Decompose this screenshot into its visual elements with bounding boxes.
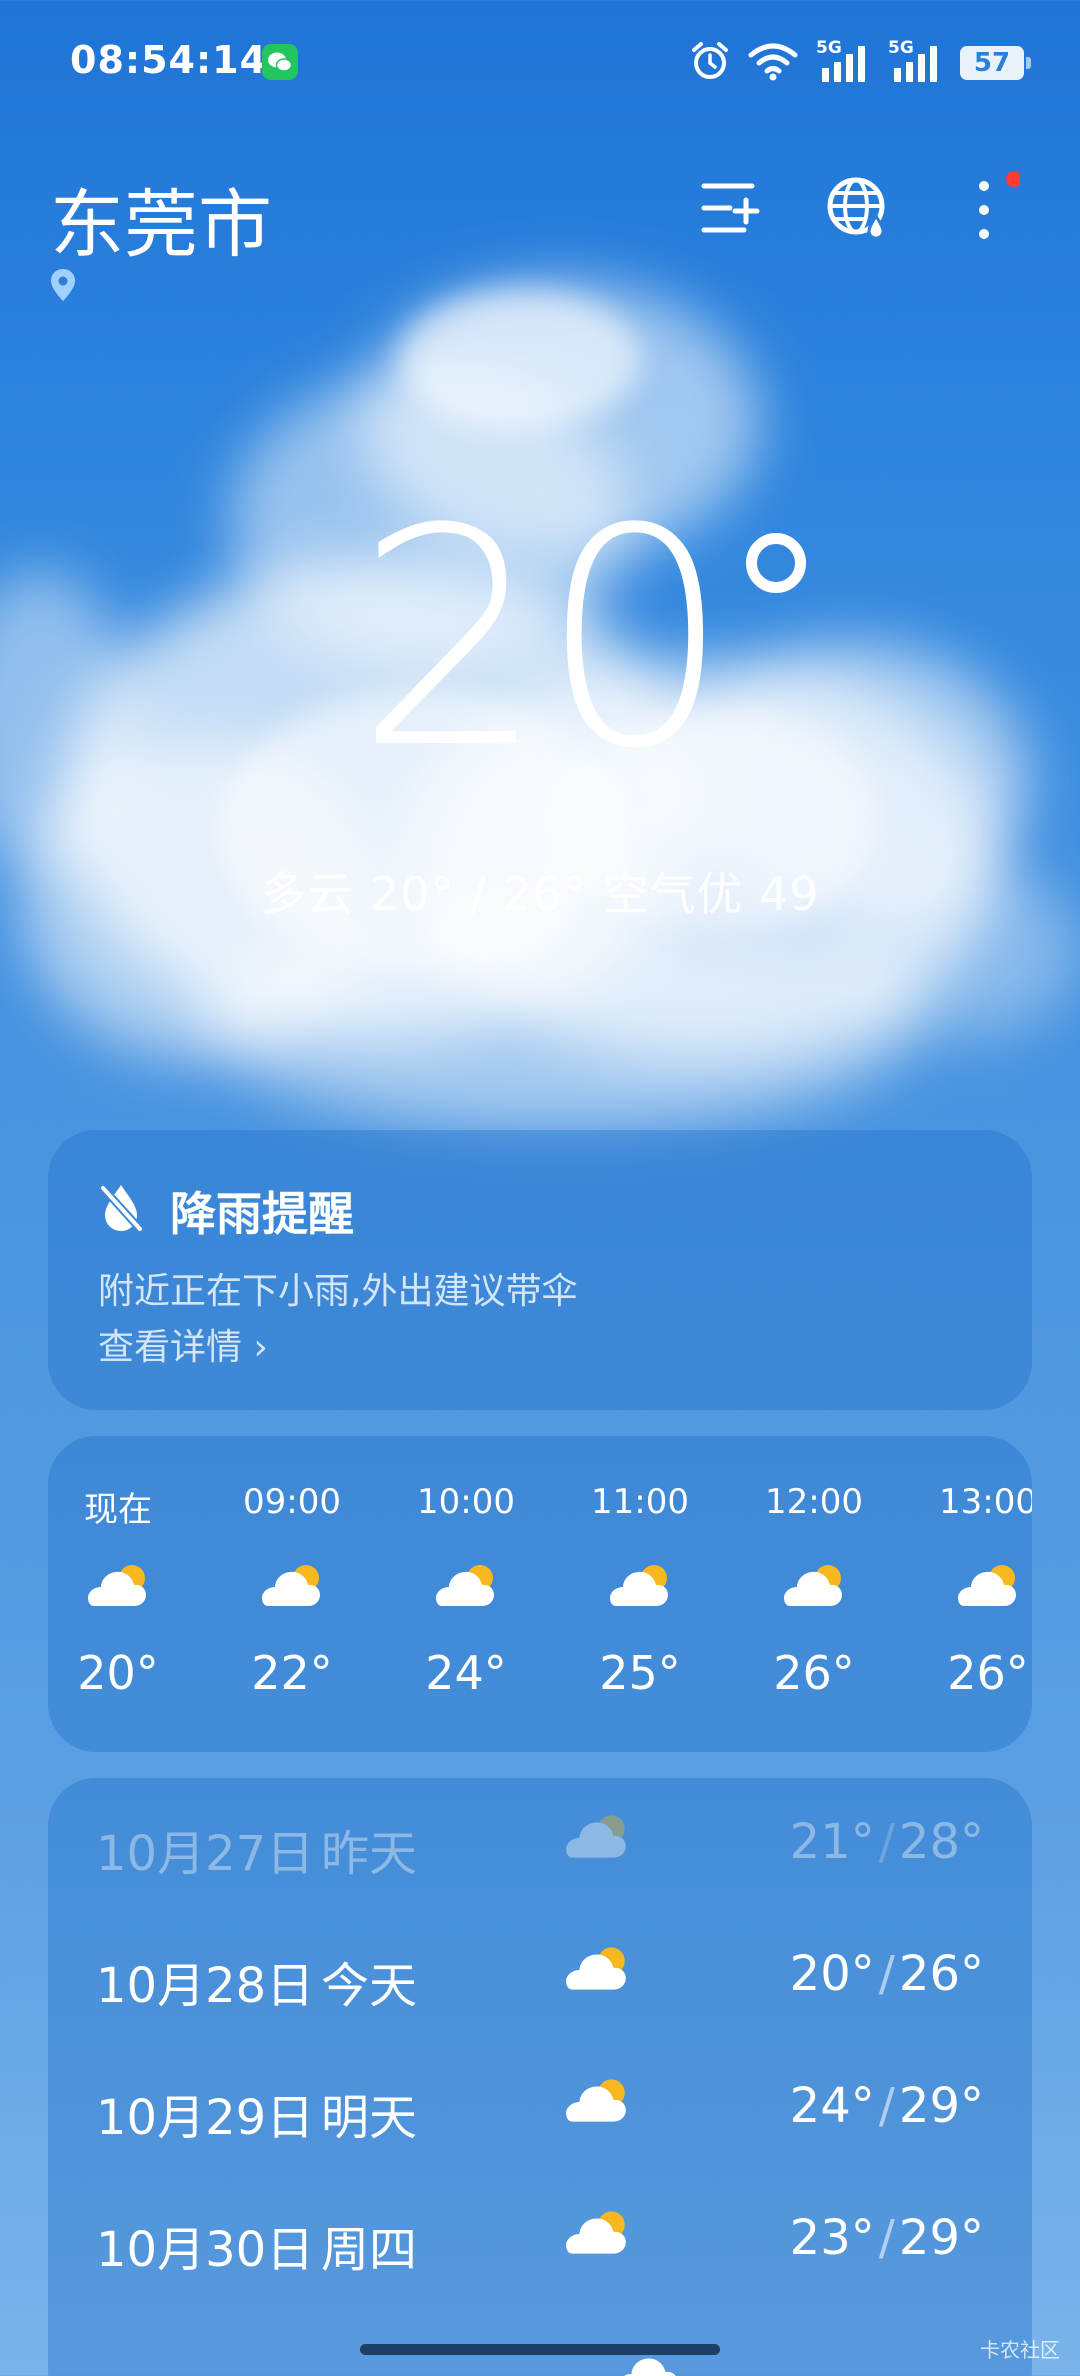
globe-rain-icon[interactable]: [826, 176, 890, 246]
day-high: 29°: [898, 2078, 984, 2134]
wechat-icon: [262, 44, 298, 80]
rain-alert-card[interactable]: 降雨提醒 附近正在下小雨,外出建议带伞 查看详情 ›: [48, 1130, 1032, 1410]
day-date: 10月30日: [96, 2222, 315, 2278]
hourly-item: 11:00 25°: [570, 1436, 710, 1752]
day-low: 24°: [789, 2078, 875, 2134]
signal-5g-icon: 5G: [888, 38, 942, 86]
watermark: 卡农社区: [980, 2338, 1060, 2362]
partly-cloudy-icon: [606, 1560, 674, 1614]
hour-time: 12:00: [765, 1482, 863, 1522]
temp-separator: /: [878, 1814, 895, 1870]
current-temperature-block: 20: [0, 490, 1080, 790]
partly-cloudy-icon: [258, 1560, 326, 1614]
partly-cloudy-icon: [562, 2072, 632, 2132]
hourly-forecast-card[interactable]: 现在 20° 09:00 22° 10:00 24° 11:00 25° 12:…: [48, 1436, 1032, 1752]
day-low: 23°: [789, 2210, 875, 2266]
degree-symbol: [746, 533, 806, 593]
daily-row[interactable]: 10月27日 昨天 21°/28°: [48, 1778, 1032, 1910]
hour-temperature: 20°: [77, 1646, 159, 1700]
hourly-item: 09:00 22°: [222, 1436, 362, 1752]
hour-temperature: 24°: [425, 1646, 507, 1700]
day-low: 20°: [789, 1946, 875, 2002]
day-label: 明天: [321, 2090, 418, 2146]
day-high: 29°: [898, 2210, 984, 2266]
hour-temperature: 22°: [251, 1646, 333, 1700]
temp-separator: /: [878, 2078, 895, 2134]
hour-time: 现在: [84, 1490, 152, 1530]
hour-time: 09:00: [243, 1482, 341, 1522]
day-low: 21°: [789, 1814, 875, 1870]
status-bar: 08:54:14 5G 5G 57: [0, 0, 1080, 126]
partly-cloudy-icon: [780, 1560, 848, 1614]
battery-icon: 57: [960, 46, 1031, 80]
hourly-item: 13:00 26°: [918, 1436, 1032, 1752]
daily-forecast-card[interactable]: 10月27日 昨天 21°/28° 10月28日 今天 20°/26° 10月2…: [48, 1778, 1032, 2376]
more-icon[interactable]: [970, 168, 1022, 248]
weather-summary: 多云 20° / 26° 空气优 49: [260, 867, 820, 921]
current-temperature: 20: [355, 465, 731, 814]
hour-temperature: 25°: [599, 1646, 681, 1700]
signal-5g-icon: 5G: [816, 38, 870, 86]
partly-cloudy-icon: [84, 1560, 152, 1614]
day-temperature-range: 21°/28°: [790, 1814, 984, 1870]
hour-time: 13:00: [939, 1482, 1032, 1522]
day-temperature-range: 20°/26°: [790, 1946, 984, 2002]
day-date: 10月28日: [96, 1958, 315, 2014]
hourly-item: 12:00 26°: [744, 1436, 884, 1752]
partly-cloudy-icon: [432, 1560, 500, 1614]
hour-temperature: 26°: [947, 1646, 1029, 1700]
day-high: 28°: [898, 1814, 984, 1870]
partly-cloudy-icon: [562, 1940, 632, 2000]
day-label: 周四: [321, 2222, 418, 2278]
partly-cloudy-icon: [954, 1560, 1022, 1614]
hourly-item: 现在 20°: [48, 1436, 188, 1752]
partly-cloudy-icon: [562, 2204, 632, 2264]
no-rain-drop-icon: [98, 1182, 144, 1238]
rain-alert-title: 降雨提醒: [170, 1187, 354, 1241]
temp-separator: /: [878, 2210, 895, 2266]
temp-separator: /: [878, 1946, 895, 2002]
day-temperature-range: 24°/29°: [790, 2078, 984, 2134]
hour-temperature: 26°: [773, 1646, 855, 1700]
hour-time: 11:00: [591, 1482, 689, 1522]
daily-row[interactable]: 10月28日 今天 20°/26°: [48, 1910, 1032, 2042]
day-label: 今天: [321, 1958, 418, 2014]
status-time: 08:54:14: [70, 38, 268, 82]
day-label: 昨天: [321, 1826, 418, 1882]
day-date: 10月29日: [96, 2090, 315, 2146]
partly-cloudy-icon: [562, 1808, 632, 1868]
day-date: 10月27日: [96, 1826, 315, 1882]
wifi-icon: [748, 41, 798, 85]
day-temperature-range: 23°/29°: [790, 2210, 984, 2266]
home-indicator[interactable]: [360, 2344, 720, 2355]
daily-row[interactable]: 10月29日 明天 24°/29°: [48, 2042, 1032, 2174]
day-high: 26°: [898, 1946, 984, 2002]
city-name[interactable]: 东莞市: [50, 165, 272, 272]
view-details-link[interactable]: 查看详情 ›: [98, 1318, 268, 1370]
hourly-item: 10:00 24°: [396, 1436, 536, 1752]
daily-row[interactable]: 10月30日 周四 23°/29°: [48, 2174, 1032, 2306]
location-pin-icon: [50, 268, 76, 306]
rain-alert-description: 附近正在下小雨,外出建议带伞: [98, 1271, 578, 1312]
alarm-icon: [690, 40, 730, 86]
hour-time: 10:00: [417, 1482, 515, 1522]
city-manage-icon[interactable]: [700, 178, 764, 242]
